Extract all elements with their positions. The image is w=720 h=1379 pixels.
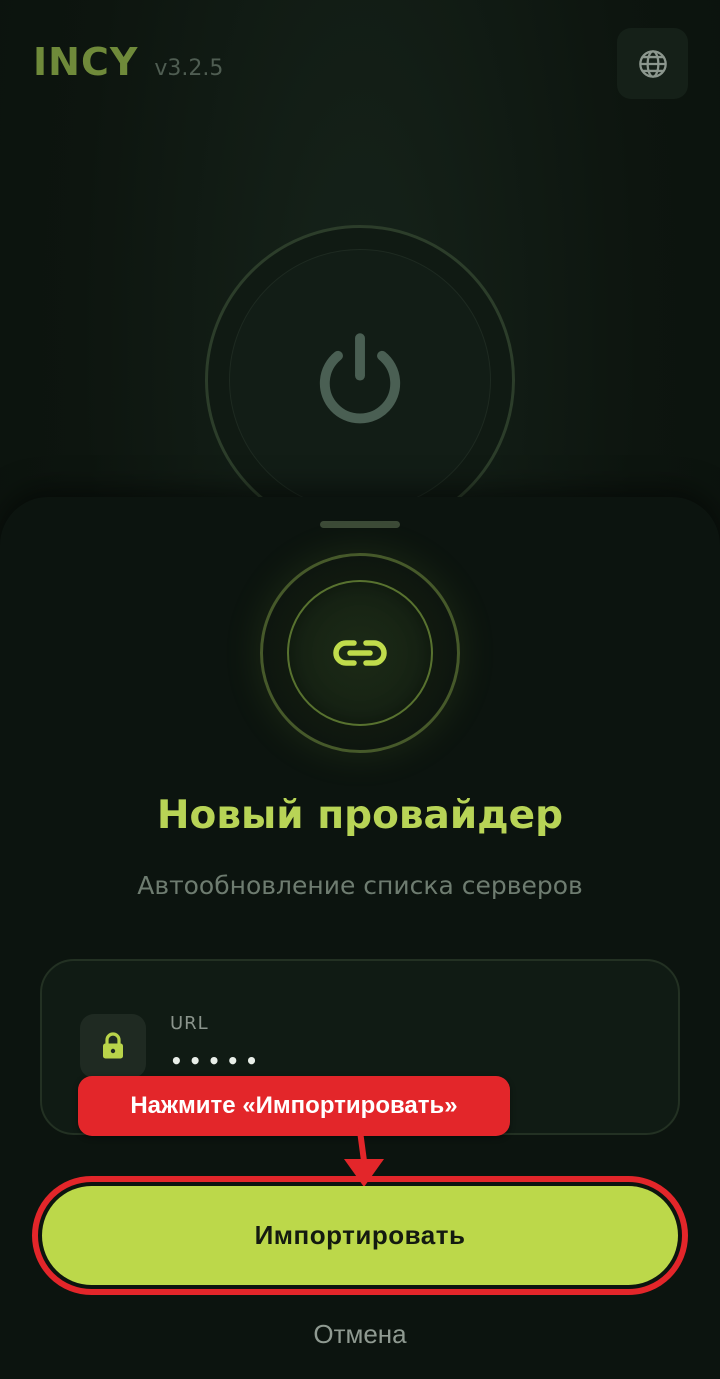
brand: INCY v3.2.5 — [33, 40, 223, 84]
cancel-button[interactable]: Отмена — [0, 1319, 720, 1350]
link-icon-badge — [287, 580, 433, 726]
sheet-drag-handle[interactable] — [320, 521, 400, 528]
app-screen: INCY v3.2.5 Новый провайдер Автообновлен… — [0, 0, 720, 1379]
power-button[interactable] — [205, 225, 515, 535]
url-label: URL — [170, 1013, 209, 1034]
power-button-inner — [229, 249, 491, 511]
lock-tile — [80, 1014, 146, 1078]
link-icon — [333, 640, 387, 666]
instruction-callout: Нажмите «Импортировать» — [78, 1076, 510, 1136]
app-name: INCY — [33, 40, 139, 84]
power-icon — [319, 333, 401, 424]
new-provider-sheet: Новый провайдер Автообновление списка се… — [0, 497, 720, 1379]
sheet-title: Новый провайдер — [156, 793, 564, 838]
import-button[interactable]: Импортировать — [42, 1186, 678, 1285]
language-button[interactable] — [617, 28, 688, 99]
lock-icon — [103, 1032, 123, 1059]
sheet-subtitle: Автообновление списка серверов — [137, 871, 583, 900]
url-value: ••••• — [170, 1049, 264, 1073]
app-version: v3.2.5 — [154, 56, 224, 81]
globe-icon — [638, 49, 667, 78]
